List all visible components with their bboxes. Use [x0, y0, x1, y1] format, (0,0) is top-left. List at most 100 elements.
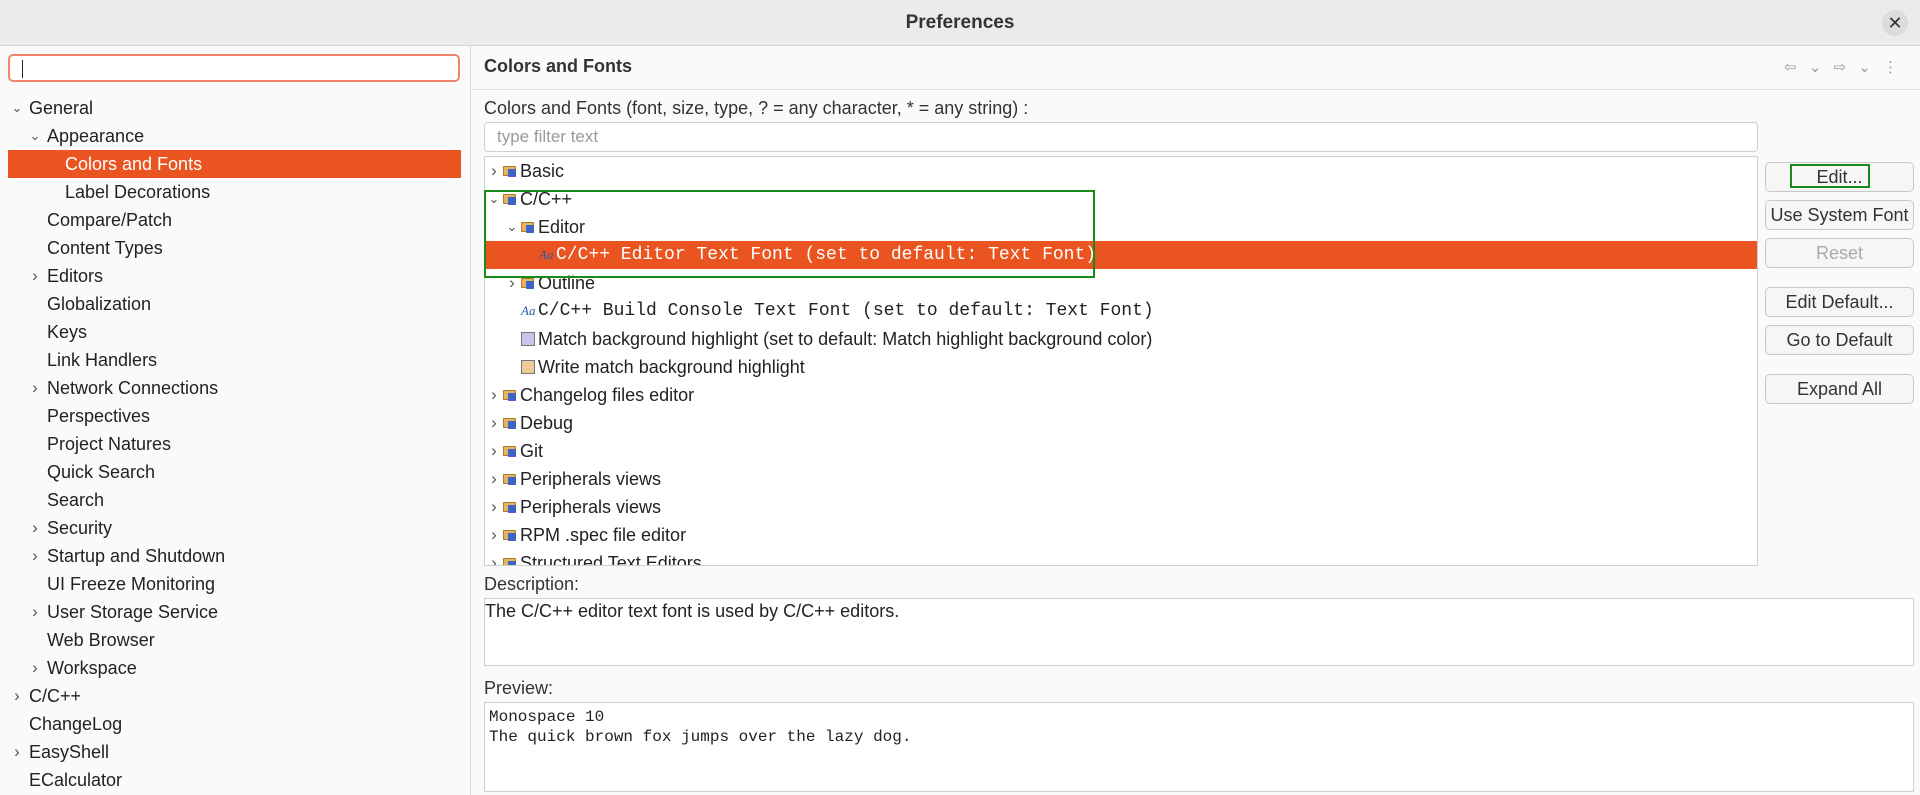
- nav-item-label-decorations[interactable]: Label Decorations: [0, 178, 470, 206]
- navigation-history-icons[interactable]: ⇦ ⌄ ⇨ ⌄ ⋮: [1784, 58, 1902, 76]
- tree-row-rpm-spec-file-editor[interactable]: › RPM .spec file editor: [485, 521, 1757, 549]
- filter-input[interactable]: [485, 123, 1757, 151]
- chevron-right-icon[interactable]: ›: [28, 598, 42, 626]
- nav-item-startup-and-shutdown[interactable]: › Startup and Shutdown: [0, 542, 470, 570]
- chevron-right-icon[interactable]: ›: [10, 682, 24, 710]
- tree-row-c-c[interactable]: ⌄ C/C++: [485, 185, 1757, 213]
- expand-all-button[interactable]: Expand All: [1765, 374, 1914, 404]
- nav-item-web-browser[interactable]: Web Browser: [0, 626, 470, 654]
- nav-item-label: Perspectives: [47, 406, 151, 426]
- tree-label: Colors and Fonts (font, size, type, ? = …: [484, 98, 1029, 118]
- nav-item-user-storage-service[interactable]: › User Storage Service: [0, 598, 470, 626]
- tree-row-editor[interactable]: ⌄ Editor: [485, 213, 1757, 241]
- font-icon: Aa: [539, 247, 554, 262]
- tree-row-structured-text-editors[interactable]: › Structured Text Editors: [485, 549, 1757, 565]
- close-icon[interactable]: ✕: [1882, 10, 1908, 36]
- tree-row-label: Git: [520, 441, 544, 461]
- nav-item-label: Quick Search: [47, 462, 156, 482]
- tree-row-label: Outline: [538, 273, 596, 293]
- use-system-font-button[interactable]: Use System Font: [1765, 200, 1914, 230]
- chevron-right-icon[interactable]: ›: [28, 374, 42, 402]
- search-field-container[interactable]: [8, 54, 460, 82]
- chevron-right-icon[interactable]: ›: [487, 409, 501, 437]
- nav-item-link-handlers[interactable]: Link Handlers: [0, 346, 470, 374]
- reset-button[interactable]: Reset: [1765, 238, 1914, 268]
- folder-icon: [503, 472, 517, 485]
- chevron-down-icon[interactable]: ⌄: [10, 94, 24, 122]
- tree-row-label: C/C++ Build Console Text Font (set to de…: [538, 301, 1154, 321]
- tree-row-label: Editor: [538, 217, 586, 237]
- chevron-down-icon[interactable]: ⌄: [28, 122, 42, 150]
- nav-item-easyshell[interactable]: › EasyShell: [0, 738, 470, 766]
- tree-row-match-background-highlight-set-to-default-match-highlight-background-color[interactable]: Match background highlight (set to defau…: [485, 325, 1757, 353]
- chevron-right-icon[interactable]: ›: [505, 269, 519, 297]
- nav-item-ecalculator[interactable]: ECalculator: [0, 766, 470, 794]
- nav-item-globalization[interactable]: Globalization: [0, 290, 470, 318]
- chevron-right-icon[interactable]: ›: [28, 262, 42, 290]
- edit-default-button[interactable]: Edit Default...: [1765, 287, 1914, 317]
- nav-item-keys[interactable]: Keys: [0, 318, 470, 346]
- nav-item-label: Search: [47, 490, 105, 510]
- nav-item-colors-and-fonts[interactable]: Colors and Fonts: [8, 150, 461, 178]
- go-to-default-button[interactable]: Go to Default: [1765, 325, 1914, 355]
- tree-row-peripherals-views[interactable]: › Peripherals views: [485, 493, 1757, 521]
- chevron-down-icon[interactable]: ⌄: [487, 185, 501, 213]
- tree-row-c-c-build-console-text-font-set-to-default-text-font[interactable]: Aa C/C++ Build Console Text Font (set to …: [485, 297, 1757, 325]
- colors-fonts-tree[interactable]: › Basic ⌄ C/C++ ⌄ Editor Aa C/C++ Editor Text F…: [484, 156, 1758, 566]
- preferences-sidebar: ⌄ General ⌄ Appearance Colors and Fonts Label…: [0, 46, 471, 795]
- tree-row-write-match-background-highlight[interactable]: Write match background highlight: [485, 353, 1757, 381]
- chevron-right-icon[interactable]: ›: [28, 654, 42, 682]
- nav-item-c-c[interactable]: › C/C++: [0, 682, 470, 710]
- nav-item-perspectives[interactable]: Perspectives: [0, 402, 470, 430]
- nav-item-label: UI Freeze Monitoring: [47, 574, 216, 594]
- chevron-down-icon[interactable]: ⌄: [505, 213, 519, 241]
- nav-item-content-types[interactable]: Content Types: [0, 234, 470, 262]
- nav-item-editors[interactable]: › Editors: [0, 262, 470, 290]
- nav-item-label: Appearance: [47, 126, 145, 146]
- nav-item-ui-freeze-monitoring[interactable]: UI Freeze Monitoring: [0, 570, 470, 598]
- edit-button[interactable]: Edit...: [1765, 162, 1914, 192]
- nav-item-security[interactable]: › Security: [0, 514, 470, 542]
- nav-item-appearance[interactable]: ⌄ Appearance: [0, 122, 470, 150]
- chevron-right-icon[interactable]: ›: [28, 542, 42, 570]
- tree-row-changelog-files-editor[interactable]: › Changelog files editor: [485, 381, 1757, 409]
- color-swatch-icon: [521, 360, 535, 374]
- chevron-right-icon[interactable]: ›: [487, 381, 501, 409]
- color-swatch-icon: [521, 332, 535, 346]
- text-caret: [22, 60, 23, 78]
- nav-item-network-connections[interactable]: › Network Connections: [0, 374, 470, 402]
- chevron-right-icon[interactable]: ›: [487, 465, 501, 493]
- tree-row-c-c-editor-text-font-set-to-default-text-font[interactable]: Aa C/C++ Editor Text Font (set to default…: [485, 241, 1757, 269]
- preference-page: Colors and Fonts ⇦ ⌄ ⇨ ⌄ ⋮ Colors and Fo…: [472, 46, 1920, 795]
- preferences-search-input[interactable]: [10, 56, 458, 80]
- chevron-right-icon[interactable]: ›: [487, 437, 501, 465]
- nav-item-workspace[interactable]: › Workspace: [0, 654, 470, 682]
- nav-item-label: Keys: [47, 322, 88, 342]
- nav-item-changelog[interactable]: ChangeLog: [0, 710, 470, 738]
- chevron-right-icon[interactable]: ›: [487, 157, 501, 185]
- preview-box: Monospace 10 The quick brown fox jumps o…: [484, 702, 1914, 792]
- nav-item-project-natures[interactable]: Project Natures: [0, 430, 470, 458]
- chevron-right-icon[interactable]: ›: [487, 521, 501, 549]
- nav-item-label: ECalculator: [29, 770, 123, 790]
- nav-item-label: Label Decorations: [65, 182, 211, 202]
- tree-row-debug[interactable]: › Debug: [485, 409, 1757, 437]
- nav-item-quick-search[interactable]: Quick Search: [0, 458, 470, 486]
- chevron-right-icon[interactable]: ›: [28, 514, 42, 542]
- chevron-right-icon[interactable]: ›: [10, 738, 24, 766]
- nav-item-label: User Storage Service: [47, 602, 219, 622]
- tree-row-git[interactable]: › Git: [485, 437, 1757, 465]
- folder-icon: [503, 500, 517, 513]
- nav-item-search[interactable]: Search: [0, 486, 470, 514]
- nav-item-compare-patch[interactable]: Compare/Patch: [0, 206, 470, 234]
- nav-item-general[interactable]: ⌄ General: [0, 94, 470, 122]
- tree-row-peripherals-views[interactable]: › Peripherals views: [485, 465, 1757, 493]
- tree-row-outline[interactable]: › Outline: [485, 269, 1757, 297]
- chevron-right-icon[interactable]: ›: [487, 549, 501, 565]
- title-bar: Preferences ✕: [0, 0, 1920, 46]
- filter-field-container[interactable]: [484, 122, 1758, 152]
- tree-row-basic[interactable]: › Basic: [485, 157, 1757, 185]
- tree-row-label: Debug: [520, 413, 574, 433]
- chevron-right-icon[interactable]: ›: [487, 493, 501, 521]
- font-icon: Aa: [521, 303, 536, 318]
